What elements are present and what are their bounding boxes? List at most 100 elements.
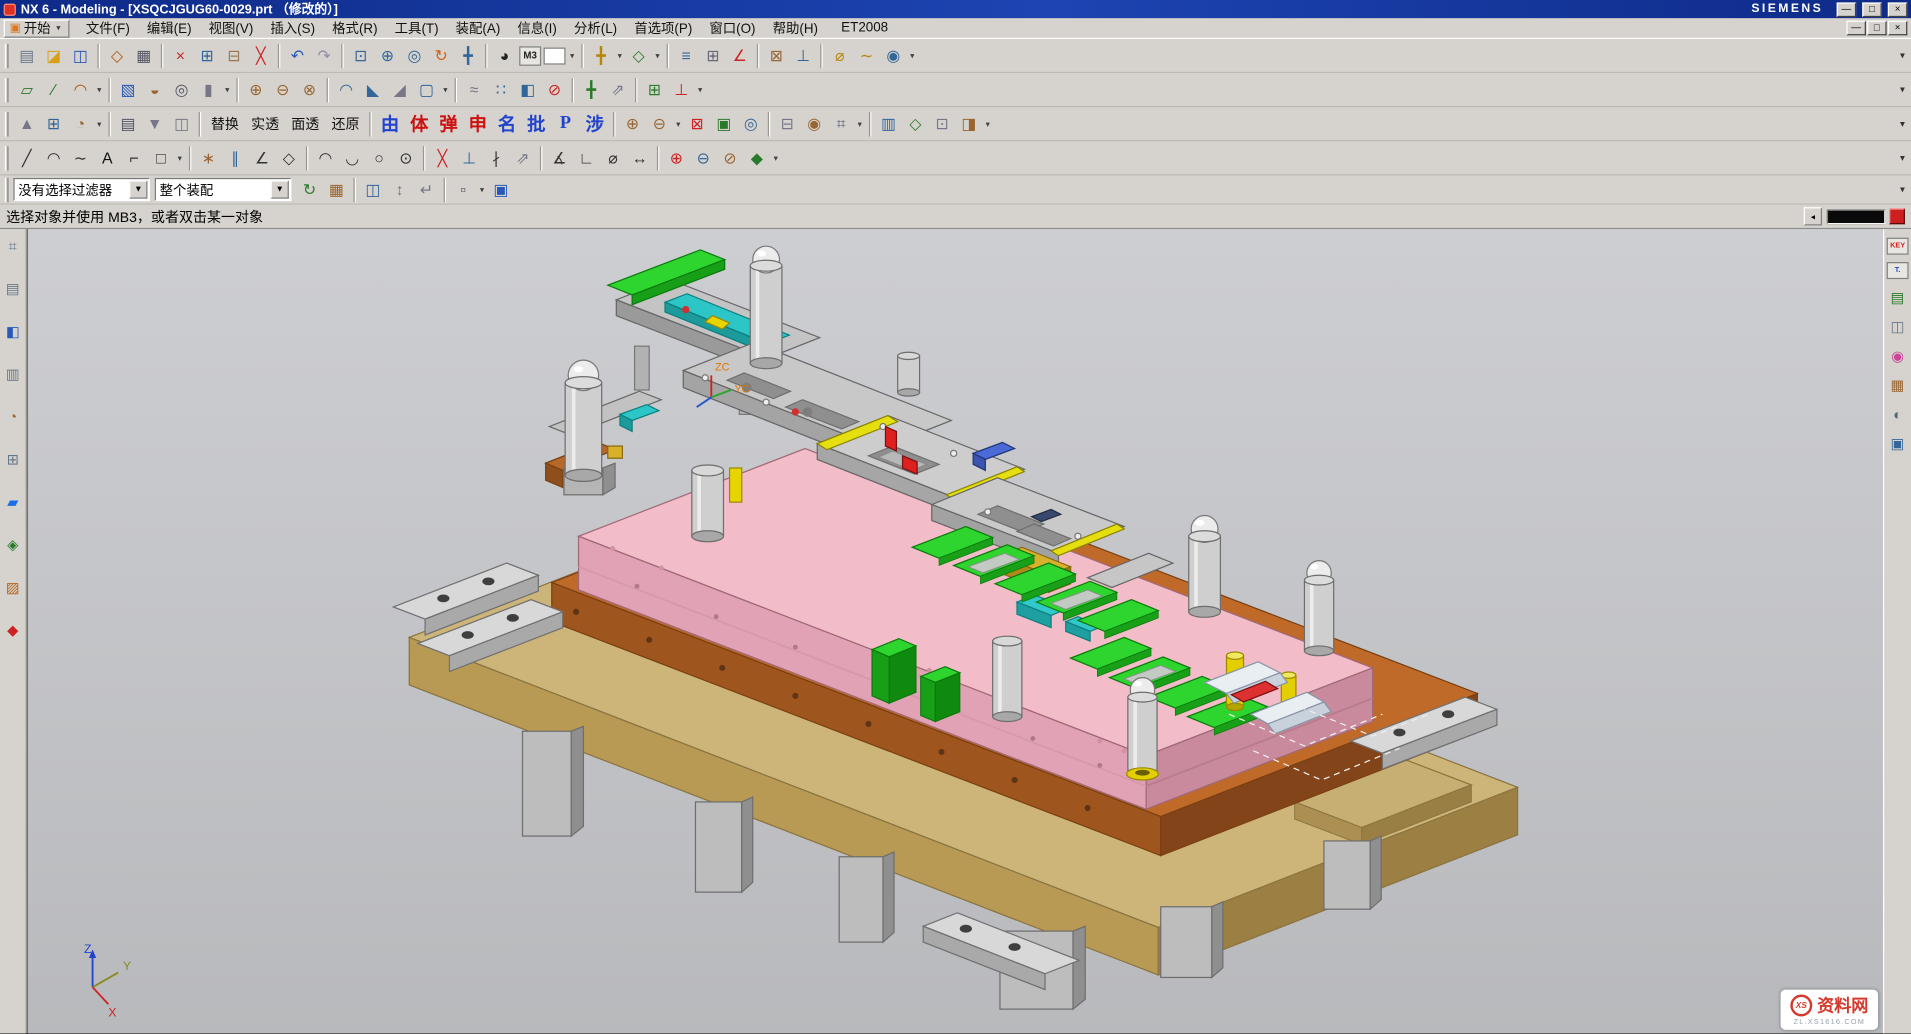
window-list-icon[interactable]: ⊞ [2, 449, 24, 471]
perpendicular-icon[interactable]: ⊥ [457, 146, 481, 170]
rotate-view-icon[interactable]: ↻ [429, 43, 453, 67]
toolbar-drag-handle[interactable] [5, 43, 9, 67]
grid-snap-icon[interactable]: ⌗ [829, 112, 853, 136]
monitor-icon[interactable]: ◫ [1887, 316, 1909, 338]
attributes-icon[interactable]: ⊟ [775, 112, 799, 136]
key-icon[interactable]: KEY [1887, 238, 1909, 255]
panel-icon[interactable]: ▣ [1887, 433, 1909, 455]
intersect-icon[interactable]: ⊗ [297, 77, 321, 101]
start-menu-button[interactable]: ▣ 开始 ▾ [4, 19, 70, 37]
zoom-in-icon[interactable]: ⊕ [375, 43, 399, 67]
family-table-icon[interactable]: ▥ [876, 112, 900, 136]
trim-body-icon[interactable]: ⊘ [542, 77, 566, 101]
dropdown-arrow[interactable]: ▾ [673, 119, 684, 129]
datum-icon[interactable]: ◇ [626, 43, 650, 67]
thread-icon[interactable]: ≈ [462, 77, 486, 101]
she-tool[interactable]: 涉 [581, 112, 608, 136]
fit-view-icon[interactable]: ⊡ [349, 43, 373, 67]
boolean-intersect-icon[interactable]: ⊘ [718, 146, 742, 170]
toolbar-drag-handle[interactable] [5, 112, 9, 136]
toolbar-overflow-arrow[interactable]: ▾ [1900, 184, 1909, 195]
save-icon[interactable]: ◫ [68, 43, 92, 67]
load-options-icon[interactable]: ⊡ [930, 112, 954, 136]
close-button[interactable]: × [1888, 2, 1908, 17]
dropdown-arrow[interactable]: ▾ [982, 119, 993, 129]
arc-up-icon[interactable]: ◠ [313, 146, 337, 170]
minimize-button[interactable]: — [1837, 2, 1857, 17]
graphics-viewport[interactable]: ZC YC [27, 229, 1883, 1033]
info-icon[interactable]: ◉ [881, 43, 905, 67]
collapse-icon[interactable]: ⊖ [647, 112, 671, 136]
boolean-subtract-icon[interactable]: ⊖ [691, 146, 715, 170]
interference-icon[interactable]: ◎ [739, 112, 763, 136]
palette-icon[interactable]: ◧ [2, 321, 24, 343]
dropdown-arrow[interactable]: ▾ [477, 185, 488, 195]
clip-icon[interactable]: ▥ [2, 363, 24, 385]
project-curve-icon[interactable]: ⇗ [511, 146, 535, 170]
menu-item-分析(L)[interactable]: 分析(L) [565, 18, 625, 38]
arc-icon[interactable]: ◠ [41, 146, 65, 170]
scroll-left-button[interactable]: ◂ [1804, 207, 1822, 225]
3d-model-canvas[interactable]: ZC YC [28, 229, 1883, 1033]
return-icon[interactable]: ↵ [414, 177, 438, 201]
paste-icon[interactable]: ⊟ [222, 43, 246, 67]
toolbar-overflow-arrow[interactable]: ▾ [1900, 118, 1909, 129]
updown-icon[interactable]: ↕ [388, 177, 412, 201]
solid-cube-icon[interactable]: ▣ [489, 177, 513, 201]
overlay-icon[interactable]: ◫ [169, 112, 193, 136]
dropdown-arrow[interactable]: ▾ [567, 51, 578, 61]
chevron-down-icon[interactable]: ▼ [129, 180, 147, 198]
solid-translucent-button[interactable]: 实透 [246, 112, 284, 136]
menu-item-装配(A)[interactable]: 装配(A) [447, 18, 509, 38]
mirror-feature-icon[interactable]: ◧ [516, 77, 540, 101]
quick-trim-icon[interactable]: ◆ [745, 146, 769, 170]
maximize-button[interactable]: □ [1862, 2, 1882, 17]
pencil-icon[interactable]: ▰ [2, 491, 24, 513]
clearance-icon[interactable]: ▣ [712, 112, 736, 136]
variant-icon[interactable]: ◇ [903, 112, 927, 136]
dropdown-arrow[interactable]: ▾ [94, 85, 105, 95]
dropdown-arrow[interactable]: ▾ [94, 119, 105, 129]
roles-icon[interactable]: ◉ [1887, 345, 1909, 367]
dropdown-arrow[interactable]: ▾ [174, 153, 185, 163]
redo-icon[interactable]: ↷ [312, 43, 336, 67]
highlight-icon[interactable]: ◫ [361, 177, 385, 201]
unite-icon[interactable]: ⊕ [244, 77, 268, 101]
pattern-icon[interactable]: ∷ [489, 77, 513, 101]
check-mate-icon[interactable]: ⊠ [685, 112, 709, 136]
chevron-down-icon[interactable]: ▼ [271, 180, 289, 198]
menu-item-编辑(E)[interactable]: 编辑(E) [138, 18, 200, 38]
copy-icon[interactable]: ⊞ [195, 43, 219, 67]
draft-icon[interactable]: ◢ [388, 77, 412, 101]
report-icon[interactable]: ◉ [802, 112, 826, 136]
half-sphere-icon[interactable]: ◐ [1887, 403, 1909, 425]
child-close-button[interactable]: × [1888, 21, 1908, 36]
circle-center-icon[interactable]: ⊙ [394, 146, 418, 170]
menu-item-工具(T)[interactable]: 工具(T) [386, 18, 447, 38]
datum-plane-icon[interactable]: ▱ [15, 77, 39, 101]
batch-tool[interactable]: 批 [523, 112, 550, 136]
background-swatch[interactable] [544, 47, 566, 64]
dropdown-arrow[interactable]: ▾ [695, 85, 706, 95]
shaded-view-icon[interactable]: ◕ [492, 43, 516, 67]
open-icon[interactable]: ◪ [41, 43, 65, 67]
task-sketch-icon[interactable]: ◠ [68, 77, 92, 101]
dim-diameter-icon[interactable]: ⌀ [601, 146, 625, 170]
trim-curve-icon[interactable]: ╳ [430, 146, 454, 170]
datum-axis-icon[interactable]: ∕ [41, 77, 65, 101]
restore-button[interactable]: 还原 [327, 112, 365, 136]
boolean-add-icon[interactable]: ⊕ [664, 146, 688, 170]
pan-icon[interactable]: ╋ [456, 43, 480, 67]
toolbar-drag-handle[interactable] [5, 146, 9, 170]
toolbar-overflow-arrow[interactable]: ▾ [1900, 84, 1909, 95]
menu-item-窗口(O)[interactable]: 窗口(O) [701, 18, 764, 38]
menu-item-视图(V)[interactable]: 视图(V) [200, 18, 262, 38]
snap-settings-icon[interactable]: ↻ [297, 177, 321, 201]
render-style-chip[interactable]: M3 [519, 46, 541, 66]
corner-icon[interactable]: ⌐ [122, 146, 146, 170]
boss-icon[interactable]: ▮ [196, 77, 220, 101]
cut-icon[interactable]: × [168, 43, 192, 67]
dropdown-arrow[interactable]: ▾ [854, 119, 865, 129]
shell-icon[interactable]: ▢ [414, 77, 438, 101]
point-icon[interactable]: ∗ [196, 146, 220, 170]
